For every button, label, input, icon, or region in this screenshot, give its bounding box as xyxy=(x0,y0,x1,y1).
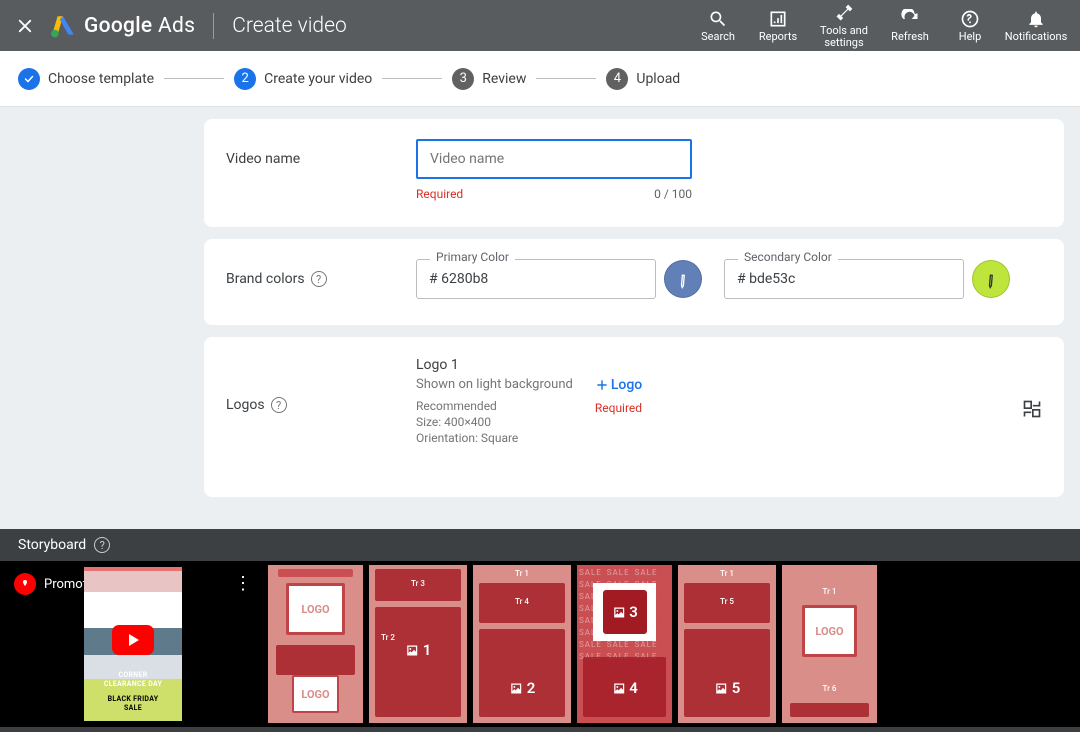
play-icon[interactable] xyxy=(112,625,154,655)
help-icon[interactable]: ? xyxy=(271,397,287,413)
search-button[interactable]: Search xyxy=(688,2,748,49)
vertical-divider xyxy=(213,13,214,39)
brand-name: Google Ads xyxy=(84,14,195,38)
video-options-button[interactable]: ⋮ xyxy=(234,573,252,594)
brand-colors-label: Brand colors ? xyxy=(226,259,416,287)
storyboard-frame[interactable]: Tr 1 Tr 5 5 xyxy=(678,565,776,723)
help-icon[interactable]: ? xyxy=(94,537,110,553)
logo-recommended: Recommended Size: 400×400 Orientation: S… xyxy=(416,398,573,446)
step-review[interactable]: 3 Review xyxy=(452,68,526,90)
step-create-video[interactable]: 2 Create your video xyxy=(234,68,372,90)
secondary-color-swatch[interactable] xyxy=(972,260,1010,298)
storyboard-frame[interactable]: SALE SALE SALE SALE SALE SALE SALE SALE … xyxy=(577,565,672,723)
storyboard-panel: Storyboard ? Promote Your Sale ⋮ CORNER … xyxy=(0,529,1080,732)
storyboard-frame[interactable]: Tr 3 Tr 2 1 xyxy=(369,565,467,723)
logo-placeholder: LOGO xyxy=(286,583,345,635)
storyboard-frame[interactable]: LOGO LOGO xyxy=(268,565,363,723)
check-icon xyxy=(18,68,40,90)
logo-subtitle: Shown on light background xyxy=(416,377,573,392)
video-name-card: Video name Required 0 / 100 xyxy=(204,119,1064,227)
google-ads-logo-icon xyxy=(50,13,76,39)
expand-icon[interactable] xyxy=(1022,399,1042,423)
close-button[interactable] xyxy=(0,17,50,35)
notifications-button[interactable]: Notifications xyxy=(1000,2,1072,49)
page-title: Create video xyxy=(232,14,347,38)
primary-color-input[interactable]: # 6280b8 xyxy=(416,259,656,299)
storyboard-frame[interactable]: Tr 1 Tr 4 2 xyxy=(473,565,571,723)
step-upload[interactable]: 4 Upload xyxy=(606,68,680,90)
video-name-input[interactable] xyxy=(430,151,678,167)
logos-card: Logos ? Logo 1 Shown on light background… xyxy=(204,337,1064,497)
step-choose-template[interactable]: Choose template xyxy=(18,68,154,90)
video-name-error: Required xyxy=(416,187,463,201)
secondary-color-legend: Secondary Color xyxy=(738,250,838,264)
refresh-button[interactable]: Refresh xyxy=(880,2,940,49)
add-logo-button[interactable]: Logo xyxy=(595,377,642,393)
storyboard-frame[interactable]: Tr 1 LOGO Tr 6 xyxy=(782,565,877,723)
channel-avatar-icon xyxy=(14,573,36,595)
logos-label: Logos ? xyxy=(226,357,416,413)
video-name-label: Video name xyxy=(226,139,416,167)
video-name-counter: 0 / 100 xyxy=(654,187,692,201)
storyboard-preview[interactable]: Promote Your Sale ⋮ CORNER CLEARANCE DAY… xyxy=(4,565,262,723)
secondary-color-input[interactable]: # bde53c xyxy=(724,259,964,299)
reports-button[interactable]: Reports xyxy=(748,2,808,49)
brand-colors-card: Brand colors ? Primary Color # 6280b8 Se… xyxy=(204,239,1064,325)
help-button[interactable]: Help xyxy=(940,2,1000,49)
logo-required: Required xyxy=(595,401,642,415)
tools-settings-button[interactable]: Tools and settings xyxy=(808,2,880,49)
storyboard-title: Storyboard xyxy=(18,537,86,553)
help-icon[interactable]: ? xyxy=(311,271,327,287)
logo-placeholder: LOGO xyxy=(802,605,857,657)
stepper: Choose template 2 Create your video 3 Re… xyxy=(0,51,1080,107)
logo-placeholder: LOGO xyxy=(292,675,339,713)
primary-color-legend: Primary Color xyxy=(430,250,515,264)
primary-color-swatch[interactable] xyxy=(664,260,702,298)
logo-title: Logo 1 xyxy=(416,357,573,373)
